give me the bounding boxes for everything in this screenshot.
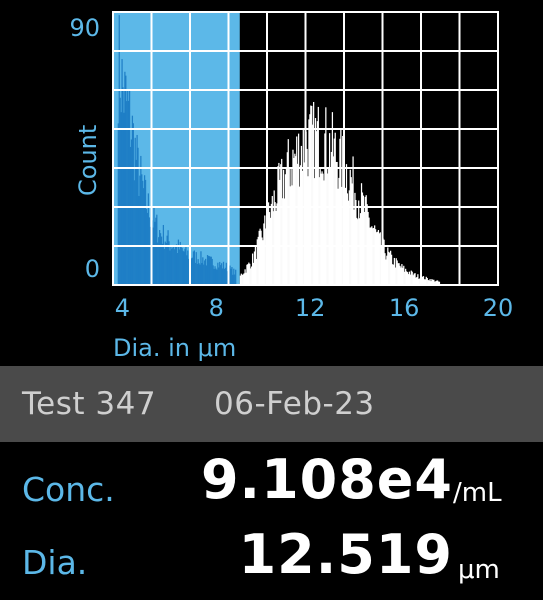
y-axis-label: Count (74, 125, 102, 196)
x-tick-label: 16 (389, 294, 420, 322)
x-tick-label: 12 (295, 294, 326, 322)
x-tick-label: 20 (483, 294, 514, 322)
concentration-value: 9.108e4 (200, 448, 453, 511)
x-tick-label: 4 (115, 294, 130, 322)
y-tick-label: 0 (85, 255, 100, 283)
test-number: Test 347 (22, 386, 157, 422)
test-info-bar: Test 347 06-Feb-23 (0, 366, 543, 442)
diameter-label: Dia. (22, 543, 88, 582)
y-tick-label: 90 (69, 14, 100, 42)
debris-bin (235, 269, 237, 285)
concentration-label: Conc. (22, 470, 115, 509)
diameter-unit: μm (458, 555, 500, 585)
x-tick-label: 8 (209, 294, 224, 322)
test-date: 06-Feb-23 (214, 386, 375, 422)
concentration-unit: /mL (453, 478, 502, 508)
size-histogram: 4 8 12 16 20 0 90 Dia. in μm Count (0, 0, 543, 366)
histogram-svg: 4 8 12 16 20 0 90 Dia. in μm Count (69, 11, 514, 362)
x-tick-labels: 4 8 12 16 20 (115, 294, 514, 322)
diameter-value: 12.519 (238, 523, 453, 586)
x-axis-label: Dia. in μm (113, 334, 236, 362)
